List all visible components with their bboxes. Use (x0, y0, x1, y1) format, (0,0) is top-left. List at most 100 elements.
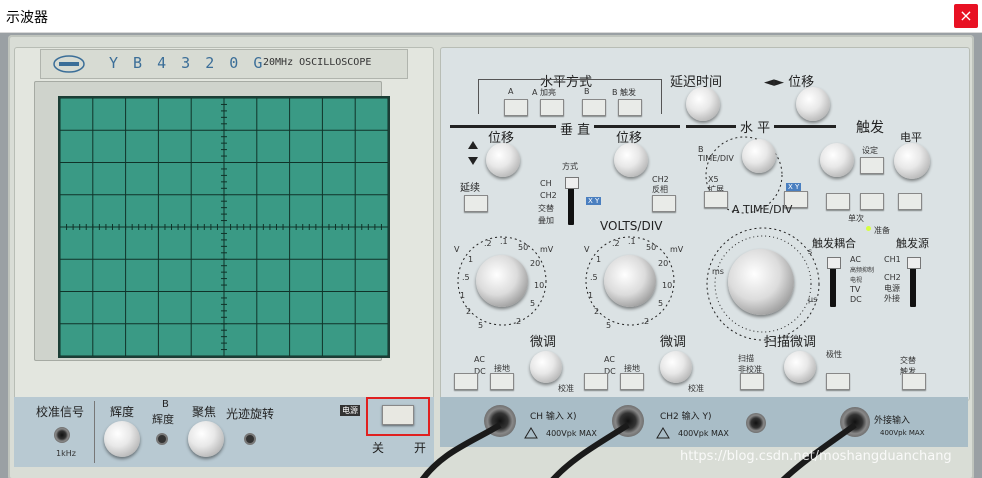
horizontal-mode-a-label: A (508, 87, 514, 96)
ch1-ground-button[interactable] (490, 373, 514, 390)
model-spec: 20MHz OSCILLOSCOPE (263, 57, 372, 68)
vertical-mode-switch[interactable] (565, 177, 579, 189)
horizontal-mode-b-trigger-label: B 触发 (612, 88, 637, 97)
ch1-position-knob[interactable] (486, 143, 520, 177)
alternate-label: 延续 (460, 183, 480, 194)
sweep-uncal-label: 扫描 非校准 (738, 354, 762, 374)
ch2-position-knob[interactable] (614, 143, 648, 177)
ch2-fine-label: 微调 (660, 335, 687, 350)
logo-icon (53, 55, 85, 73)
horizontal-mode-a-intensified-label: A 加亮 (532, 88, 557, 97)
trigger-button-1[interactable] (826, 193, 850, 210)
watermark-text: https://blog.csdn.net/moshangduanchang (680, 449, 952, 464)
trig-coupling-tv: TV (850, 285, 861, 294)
xy-mode-badge: X Y (786, 183, 802, 191)
trigger-title: 触发 (856, 120, 884, 136)
alternate-trigger-button[interactable] (902, 373, 926, 390)
graticule (59, 97, 389, 357)
horizontal-mode-a-button[interactable] (504, 99, 528, 116)
b-time-div-knob[interactable] (742, 139, 776, 173)
ch1-scale-2: 50 (518, 243, 529, 252)
close-button[interactable]: × (954, 4, 978, 28)
ready-led (866, 226, 871, 231)
trig-source-ch2: CH2 (884, 273, 901, 282)
ch1-scale-3: 20 (530, 259, 541, 268)
a-time-div-knob[interactable] (728, 249, 794, 315)
ch1-scale-9: 1 (460, 291, 466, 300)
trig-source-ext: 外接 (884, 294, 900, 303)
ch2-scale-3: 20 (658, 259, 669, 268)
ch1-scale-0: .2 (484, 239, 492, 248)
mode-ch1: CH (540, 179, 552, 188)
calibration-frequency: 1kHz (56, 449, 76, 458)
b-intensity-label: 辉度 (152, 413, 174, 426)
ch1-scale-7: 1 (468, 255, 474, 264)
ch1-volts-div-knob[interactable] (476, 255, 528, 307)
horizontal-mode-b-trigger-button[interactable] (618, 99, 642, 116)
ch2-scale-0: .2 (612, 239, 620, 248)
horizontal-mode-b-label: B (584, 87, 590, 96)
trace-rotation-label: 光迹旋转 (226, 407, 275, 421)
delay-time-knob[interactable] (686, 87, 720, 121)
trigger-set-label: 设定 (862, 146, 878, 155)
probe-cables (419, 422, 857, 478)
vertical-mode-label: 方式 (562, 162, 578, 171)
horizontal-position-knob[interactable] (796, 87, 830, 121)
ch2-coupling-button[interactable] (584, 373, 608, 390)
trigger-coupling-title: 触发耦合 (812, 237, 856, 250)
trigger-button-3[interactable] (898, 193, 922, 210)
calibration-output-jack[interactable] (54, 427, 70, 443)
alternate-button[interactable] (464, 195, 488, 212)
ch1-unit-v: V (454, 245, 460, 254)
b-intensity-trimmer[interactable] (156, 433, 168, 445)
trigger-source-title: 触发源 (896, 237, 929, 250)
polarity-button[interactable] (826, 373, 850, 390)
ch2-invert-label: CH2 反相 (652, 175, 669, 194)
ch2-scale-2: 50 (646, 243, 657, 252)
ch2-invert-button[interactable] (652, 195, 676, 212)
trigger-coupling-switch[interactable] (827, 257, 841, 269)
xy-badge: X Y (586, 197, 602, 205)
brand-bar: Y B 4 3 2 0 G 20MHz OSCILLOSCOPE (40, 49, 408, 79)
ch1-calibrated-label: 校准 (558, 384, 574, 393)
ch2-scale-8: .5 (590, 273, 598, 282)
trigger-level-knob[interactable] (894, 143, 930, 179)
ready-label: 准备 (874, 226, 890, 235)
mode-alt: 交替 (538, 204, 554, 213)
vertical-title: 垂 直 (556, 119, 595, 138)
trig-coupling-hfrej: 高频抑制 (850, 267, 875, 274)
intensity-knob[interactable] (104, 421, 140, 457)
a-time-div-label: A TIME/DIV (732, 203, 793, 216)
ch2-scale-4: 10 (662, 281, 673, 290)
trigger-hold-knob[interactable] (820, 143, 854, 177)
ch2-volts-div-knob[interactable] (604, 255, 656, 307)
ch2-fine-knob[interactable] (660, 351, 692, 383)
ch1-fine-knob[interactable] (530, 351, 562, 383)
ch1-scale-8: .5 (462, 273, 470, 282)
ch2-calibrated-label: 校准 (688, 384, 704, 393)
ch2-scale-7: 1 (596, 255, 602, 264)
x5-expand-button[interactable] (704, 191, 728, 208)
window-title: 示波器 (6, 10, 48, 26)
mode-add: 叠加 (538, 216, 554, 225)
ch2-scale-1: .1 (628, 237, 636, 246)
window-titlebar: 示波器 × (0, 0, 982, 33)
ch1-coupling-ac: AC (474, 355, 485, 364)
focus-knob[interactable] (188, 421, 224, 457)
trigger-button-2[interactable] (860, 193, 884, 210)
ch1-scale-11: 5 (478, 321, 484, 330)
trigger-set-button[interactable] (860, 157, 884, 174)
horizontal-mode-b-button[interactable] (582, 99, 606, 116)
sweep-uncal-button[interactable] (740, 373, 764, 390)
crt-screen (58, 96, 390, 358)
ch2-scale-10: 2 (594, 307, 600, 316)
focus-label: 聚焦 (192, 405, 217, 419)
b-time-div-label: B TIME/DIV (698, 145, 734, 163)
trace-rotation-trimmer[interactable] (244, 433, 256, 445)
b-label: B (162, 399, 169, 410)
horizontal-mode-a-intensified-button[interactable] (540, 99, 564, 116)
ch2-ground-button[interactable] (620, 373, 644, 390)
ch1-coupling-button[interactable] (454, 373, 478, 390)
sweep-fine-knob[interactable] (784, 351, 816, 383)
trigger-source-switch[interactable] (907, 257, 921, 269)
